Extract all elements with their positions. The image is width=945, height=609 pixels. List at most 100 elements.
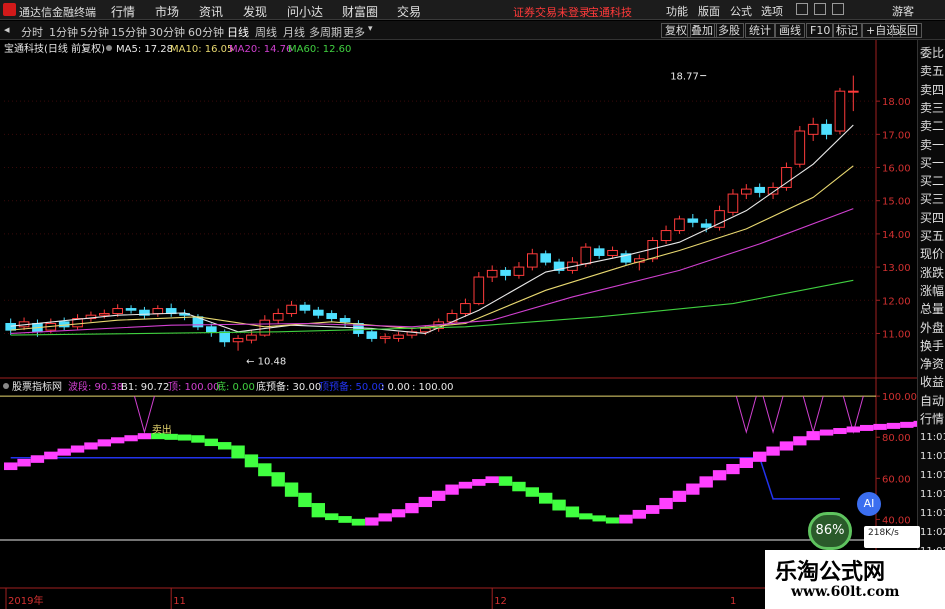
ribbon-up bbox=[632, 509, 646, 519]
ribbon-up bbox=[97, 439, 111, 447]
legend-dot-icon[interactable] bbox=[106, 45, 112, 51]
quote-row-label[interactable]: 卖四 bbox=[920, 81, 944, 98]
price-tick-label: 16.00 bbox=[882, 164, 911, 175]
menu-caifuquan[interactable]: 财富圈 bbox=[342, 3, 378, 20]
quote-row-label[interactable]: 委比 bbox=[920, 44, 944, 61]
tool-biaoji[interactable]: 标记 bbox=[832, 23, 862, 38]
indicator-legend-dot-icon[interactable] bbox=[3, 383, 9, 389]
ribbon-up bbox=[30, 455, 45, 463]
ribbon-up bbox=[137, 433, 152, 440]
quote-row-label[interactable]: 买五 bbox=[920, 227, 944, 244]
ribbon-up bbox=[365, 517, 379, 526]
tool-f10[interactable]: F10 bbox=[806, 23, 835, 38]
quote-row-label[interactable]: 净资 bbox=[920, 355, 944, 372]
period-1min[interactable]: 1分钟 bbox=[49, 24, 78, 40]
quote-row-label[interactable]: 买一 bbox=[920, 154, 944, 171]
ribbon-up bbox=[458, 481, 473, 489]
price-tick-label: 18.00 bbox=[882, 97, 911, 108]
candle-up bbox=[473, 276, 485, 305]
period-more[interactable]: 更多 bbox=[343, 24, 365, 40]
candle-up bbox=[847, 90, 859, 93]
ribbon-up bbox=[124, 435, 138, 442]
period-fenshi[interactable]: 分时 bbox=[21, 24, 43, 40]
period-15min[interactable]: 15分钟 bbox=[111, 24, 147, 40]
price-tick-label: 17.00 bbox=[882, 130, 911, 141]
quote-row-label[interactable]: 买三 bbox=[920, 190, 944, 207]
menu-jiaoyi[interactable]: 交易 bbox=[397, 3, 421, 20]
candle-down bbox=[540, 253, 552, 263]
menu-banmian[interactable]: 版面 bbox=[698, 3, 720, 19]
main-legend-title: 宝通科技(日线 前复权) bbox=[4, 42, 105, 55]
price-tick-label: 12.00 bbox=[882, 296, 911, 307]
quote-row-label[interactable]: 总量 bbox=[920, 300, 944, 317]
ribbon-down bbox=[231, 445, 245, 459]
dropdown-arrow-icon[interactable]: ▾ bbox=[368, 24, 373, 34]
period-5min[interactable]: 5分钟 bbox=[80, 24, 109, 40]
menu-wenxiaoda[interactable]: 问小达 bbox=[287, 3, 323, 20]
candle-up bbox=[393, 334, 404, 339]
quote-row-label[interactable]: 涨跌 bbox=[920, 264, 944, 281]
maximize-icon[interactable] bbox=[814, 3, 826, 15]
ribbon-down bbox=[351, 518, 366, 526]
candle-up bbox=[98, 313, 110, 316]
candle-down bbox=[500, 269, 511, 276]
speed-widget[interactable]: 86% 218K/s bbox=[808, 512, 920, 550]
quote-row-label[interactable]: 外盘 bbox=[920, 319, 944, 336]
back-arrow-icon[interactable]: ◂ bbox=[4, 23, 10, 36]
tool-fanhui[interactable]: 返回 bbox=[892, 23, 922, 38]
quote-row-label[interactable]: 收益 bbox=[920, 373, 944, 390]
tool-duogu[interactable]: 多股 bbox=[714, 23, 744, 38]
user-label[interactable]: 游客 bbox=[892, 3, 914, 19]
period-toolbar: ◂ 分时 1分钟 5分钟 15分钟 30分钟 60分钟 日线 周线 月线 多周期… bbox=[0, 21, 945, 40]
menu-xuanxiang[interactable]: 选项 bbox=[761, 3, 783, 19]
period-30min[interactable]: 30分钟 bbox=[149, 24, 185, 40]
quote-row-label[interactable]: 买四 bbox=[920, 209, 944, 226]
quote-row-label[interactable]: 卖一 bbox=[920, 136, 944, 153]
quote-row-label[interactable]: 卖五 bbox=[920, 62, 944, 79]
menu-gongneng[interactable]: 功能 bbox=[666, 3, 688, 19]
candle-up bbox=[152, 308, 164, 315]
quote-row-label[interactable]: 卖二 bbox=[920, 117, 944, 134]
tick-time: 11:02 bbox=[920, 527, 945, 538]
legend-ma20: MA20: 14.76 bbox=[229, 44, 292, 55]
restore-icon[interactable] bbox=[832, 3, 844, 15]
ribbon-up bbox=[445, 484, 459, 495]
indicator-group: 卖出 bbox=[0, 395, 917, 541]
quote-row-label[interactable]: 行情 bbox=[920, 410, 944, 427]
ribbon-up bbox=[111, 437, 125, 444]
menu-zixun[interactable]: 资讯 bbox=[199, 3, 223, 20]
period-monthly[interactable]: 月线 bbox=[283, 24, 305, 40]
quote-row-label[interactable]: 换手 bbox=[920, 337, 944, 354]
quote-row-label[interactable]: 自动 bbox=[920, 392, 944, 409]
period-60min[interactable]: 60分钟 bbox=[188, 24, 224, 40]
quote-row-label[interactable]: 买二 bbox=[920, 172, 944, 189]
ribbon-up bbox=[646, 505, 660, 514]
tool-huaxian[interactable]: 画线 bbox=[775, 23, 805, 38]
menu-bar: 通达信金融终端 行情 市场 资讯 发现 问小达 财富圈 交易 证券交易未登录 宝… bbox=[0, 0, 945, 20]
period-multi[interactable]: 多周期 bbox=[309, 24, 342, 40]
period-daily[interactable]: 日线 bbox=[227, 24, 249, 40]
quote-row-label[interactable]: 卖三 bbox=[920, 99, 944, 116]
menu-faxian[interactable]: 发现 bbox=[243, 3, 267, 20]
period-weekly[interactable]: 周线 bbox=[255, 24, 277, 40]
ribbon-down bbox=[218, 442, 232, 450]
tool-tongji[interactable]: 统计 bbox=[745, 23, 775, 38]
quote-row-label[interactable]: 现价 bbox=[920, 245, 944, 262]
app-title: 通达信金融终端 bbox=[19, 6, 96, 19]
minimize-icon[interactable] bbox=[796, 3, 808, 15]
ribbon-up bbox=[739, 457, 753, 468]
kline-chart[interactable]: 11.00 12.00 13.00 14.00 15.00 16.00 17.00 18.00… bbox=[0, 40, 917, 609]
quote-row-label[interactable]: 涨幅 bbox=[920, 282, 944, 299]
ribbon-up bbox=[672, 490, 687, 502]
ribbon-down bbox=[311, 503, 325, 518]
stock-name-top: 宝通科技 bbox=[588, 6, 632, 19]
candle-down bbox=[326, 313, 338, 320]
menu-shichang[interactable]: 市场 bbox=[155, 3, 179, 20]
ribbon-up bbox=[619, 514, 633, 524]
menu-gongshi[interactable]: 公式 bbox=[730, 3, 752, 19]
login-warning[interactable]: 证券交易未登录 bbox=[513, 4, 590, 20]
menu-hangqing[interactable]: 行情 bbox=[111, 3, 135, 20]
ribbon-down bbox=[579, 513, 593, 520]
date-label: 12 bbox=[494, 596, 507, 607]
tool-diejia[interactable]: 叠加 bbox=[687, 23, 717, 38]
